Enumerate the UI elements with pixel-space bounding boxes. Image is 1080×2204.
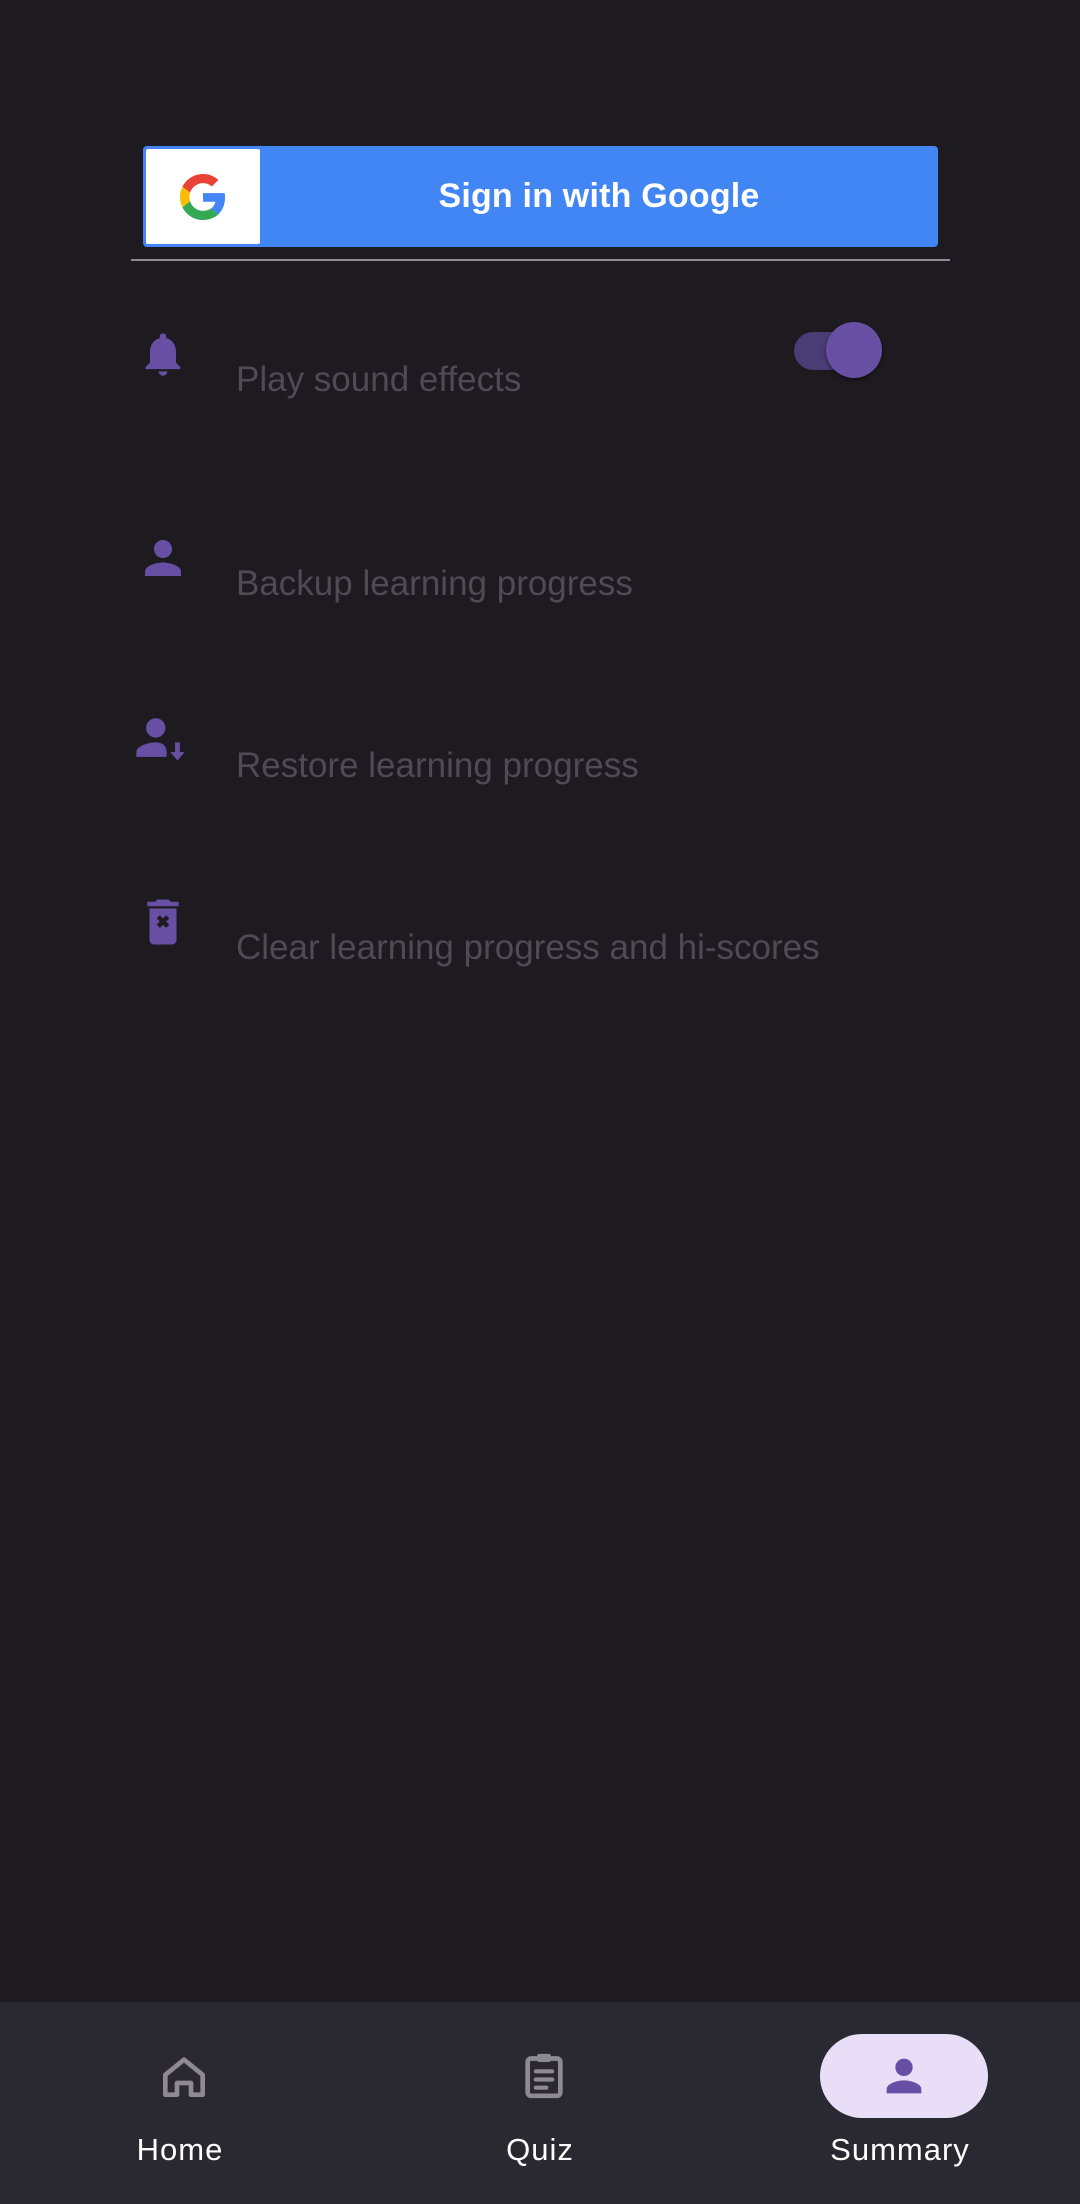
nav-label-summary: Summary: [830, 2132, 970, 2167]
divider: [131, 259, 950, 261]
settings-screen: Sign in with Google Play sound effects B…: [0, 0, 1080, 2204]
sound-effects-toggle[interactable]: [794, 322, 882, 378]
nav-item-home[interactable]: Home: [0, 2002, 360, 2204]
google-signin-button[interactable]: Sign in with Google: [143, 146, 938, 247]
toggle-thumb: [826, 322, 882, 378]
nav-pill-quiz: [460, 2034, 628, 2118]
person-icon: [886, 2058, 922, 2094]
nav-label-quiz: Quiz: [506, 2132, 574, 2167]
nav-item-quiz[interactable]: Quiz: [360, 2002, 720, 2204]
bottom-navigation: Home Quiz Summary: [0, 2002, 1080, 2204]
clipboard-icon: [525, 2053, 563, 2099]
setting-row-clear[interactable]: Clear learning progress and hi-scores: [131, 890, 950, 980]
google-signin-label: Sign in with Google: [438, 177, 760, 215]
setting-label-backup: Backup learning progress: [236, 564, 633, 603]
nav-pill-summary: [820, 2034, 988, 2118]
setting-row-restore[interactable]: Restore learning progress: [131, 708, 950, 798]
setting-row-backup[interactable]: Backup learning progress: [131, 526, 950, 616]
setting-label-restore: Restore learning progress: [236, 746, 639, 785]
setting-label-clear: Clear learning progress and hi-scores: [236, 928, 820, 967]
setting-row-sound-effects[interactable]: Play sound effects: [131, 322, 950, 412]
nav-item-summary[interactable]: Summary: [720, 2002, 1080, 2204]
bell-icon: [131, 322, 195, 386]
nav-pill-home: [100, 2034, 268, 2118]
person-download-icon: [131, 708, 195, 772]
setting-label-sound-effects: Play sound effects: [236, 360, 522, 399]
person-icon: [131, 526, 195, 590]
google-logo-icon: [146, 149, 260, 244]
home-icon: [163, 2057, 206, 2097]
nav-label-home: Home: [136, 2132, 224, 2167]
trash-x-icon: [131, 890, 195, 954]
